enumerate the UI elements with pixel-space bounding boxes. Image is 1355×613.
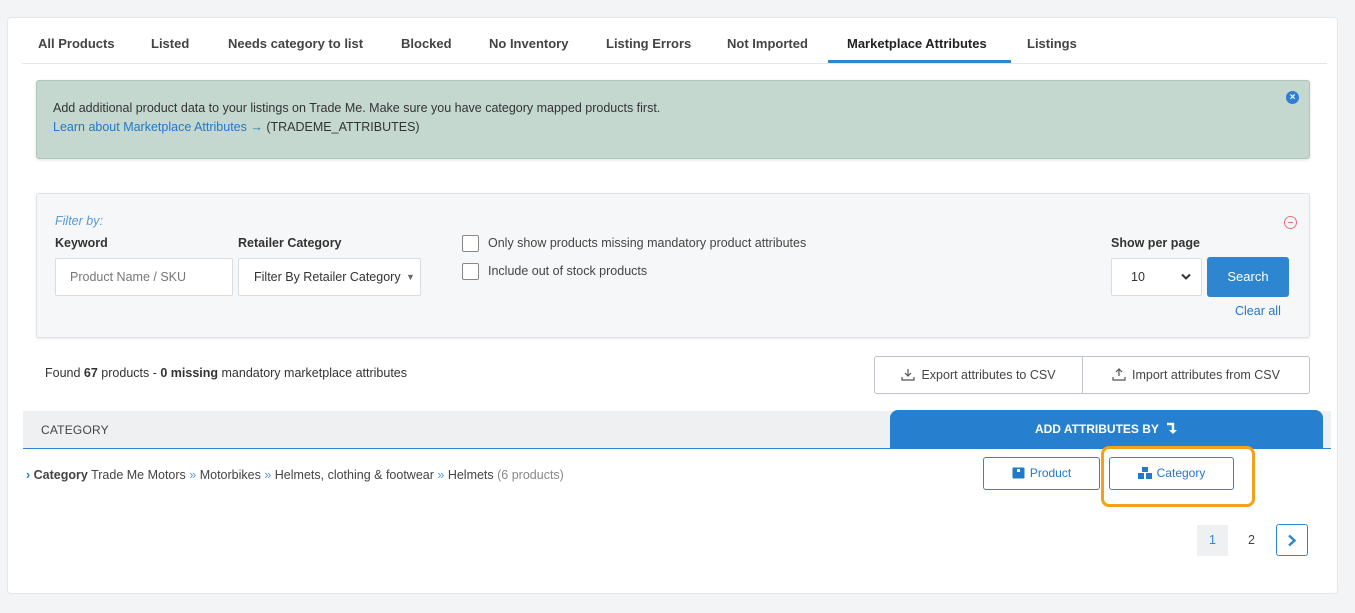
summary-suffix: mandatory marketplace attributes [218,366,408,380]
filter-heading: Filter by: [55,214,103,228]
box-icon [1012,467,1025,479]
keyword-label: Keyword [55,236,108,250]
missing-attributes-checkbox[interactable] [462,235,479,252]
path-separator: » [437,468,445,482]
missing-count: 0 missing [160,366,219,380]
turn-down-arrow-icon [1167,422,1178,434]
learn-more-link-text: Learn about Marketplace Attributes [53,120,247,134]
learn-more-link[interactable]: Learn about Marketplace Attributes → [53,120,263,134]
collapse-minus-icon[interactable] [1284,216,1297,229]
add-by-category-button[interactable]: Category [1109,457,1234,490]
path-segment: Motorbikes [199,468,261,482]
tab-listings[interactable]: Listings [1027,18,1077,64]
add-by-product-button[interactable]: Product [983,457,1100,490]
per-page-label: Show per page [1111,236,1200,250]
close-circle-icon[interactable]: × [1286,91,1299,104]
row-product-count: (6 products) [497,468,564,482]
retailer-category-label: Retailer Category [238,236,342,250]
tab-needs-category[interactable]: Needs category to list [228,18,363,64]
row-label: Category [33,468,88,482]
chevron-down-icon [1181,273,1191,280]
retailer-category-select[interactable]: Filter By Retailer Category ▼ [238,258,421,296]
per-page-select[interactable]: 10 [1111,258,1202,296]
summary-prefix: Found [45,366,84,380]
banner-message: Add additional product data to your list… [53,101,661,115]
products-card: All Products Listed Needs category to li… [7,17,1338,594]
export-label: Export attributes to CSV [921,368,1056,382]
retailer-category-value: Filter By Retailer Category [254,270,401,284]
path-separator: » [264,468,272,482]
filter-panel: Filter by: Keyword Retailer Category Fil… [36,193,1310,338]
import-icon [1112,368,1126,381]
table-header: CATEGORY ADD ATTRIBUTES BY [23,410,1331,449]
page-button[interactable]: 2 [1236,525,1267,556]
out-of-stock-label: Include out of stock products [488,264,648,278]
tab-listed[interactable]: Listed [151,18,189,64]
attribute-code: (TRADEME_ATTRIBUTES) [266,120,420,134]
next-page-button[interactable] [1276,524,1308,556]
tab-blocked[interactable]: Blocked [401,18,452,64]
tab-marketplace-attributes[interactable]: Marketplace Attributes [847,18,987,64]
dropdown-caret-icon: ▼ [406,272,415,282]
search-button[interactable]: Search [1207,257,1289,297]
product-count: 67 [83,366,98,380]
path-segment: Trade Me Motors [91,468,186,482]
tab-no-inventory[interactable]: No Inventory [489,18,568,64]
arrow-right-icon: → [250,120,263,134]
add-attributes-by-label: ADD ATTRIBUTES BY [1034,422,1159,436]
tab-all-products[interactable]: All Products [38,18,115,64]
info-banner: Add additional product data to your list… [36,80,1310,159]
per-page-value: 10 [1131,270,1145,284]
tab-listing-errors[interactable]: Listing Errors [606,18,691,64]
category-column-header: CATEGORY [41,423,109,437]
add-attributes-by-header: ADD ATTRIBUTES BY [890,410,1323,449]
summary-middle: products - [97,366,161,380]
keyword-input[interactable] [55,258,233,296]
expand-chevron-icon[interactable]: › [26,468,30,482]
missing-attributes-label: Only show products missing mandatory pro… [488,236,807,250]
tab-bar: All Products Listed Needs category to li… [22,18,1327,64]
active-tab-indicator [828,60,1011,63]
out-of-stock-checkbox[interactable] [462,263,479,280]
results-summary: Found 67 products - 0 missing mandatory … [45,366,407,380]
export-csv-button[interactable]: Export attributes to CSV [874,356,1083,394]
category-row[interactable]: › Category Trade Me Motors » Motorbikes … [26,468,564,482]
boxes-icon [1137,467,1152,479]
path-segment: Helmets [447,468,494,482]
import-csv-button[interactable]: Import attributes from CSV [1082,356,1310,394]
clear-all-link[interactable]: Clear all [1235,304,1281,318]
export-icon [901,369,916,381]
import-label: Import attributes from CSV [1132,368,1280,382]
tab-not-imported[interactable]: Not Imported [727,18,808,64]
path-segment: Helmets, clothing & footwear [274,468,434,482]
product-button-label: Product [1029,466,1072,480]
banner-link-line: Learn about Marketplace Attributes → (TR… [53,120,420,134]
path-separator: » [189,468,197,482]
category-button-label: Category [1156,466,1206,480]
page-button-current[interactable]: 1 [1197,525,1228,556]
chevron-right-icon [1288,534,1297,547]
